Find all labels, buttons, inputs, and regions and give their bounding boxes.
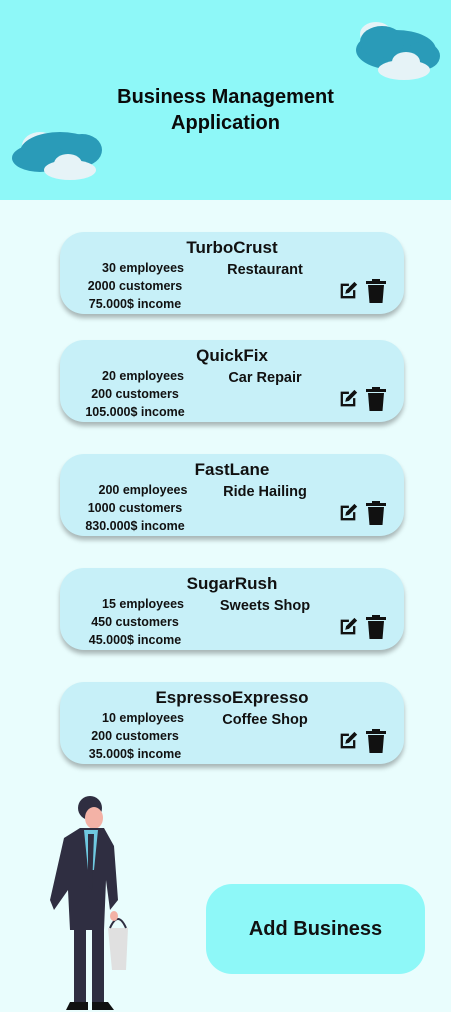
business-customers: 450 customers xyxy=(91,615,179,629)
business-employees: 200 employees xyxy=(98,483,188,497)
business-name: SugarRush xyxy=(186,574,278,593)
trash-icon[interactable] xyxy=(366,729,386,753)
business-employees: 20 employees xyxy=(102,369,184,383)
edit-icon[interactable] xyxy=(337,730,359,752)
business-type: Car Repair xyxy=(228,370,302,386)
trash-icon[interactable] xyxy=(366,615,386,639)
business-card: FastLane 200 employees 1000 customers 83… xyxy=(60,454,404,536)
page-title-line2: Application xyxy=(171,112,280,134)
trash-icon[interactable] xyxy=(366,279,386,303)
cloud-illustration xyxy=(356,22,440,80)
business-type: Ride Hailing xyxy=(223,484,307,500)
business-name: TurboCrust xyxy=(186,238,278,257)
business-income: 45.000$ income xyxy=(88,633,182,647)
edit-icon[interactable] xyxy=(337,616,359,638)
page-title-line1: Business Management xyxy=(117,86,334,108)
add-business-button[interactable]: Add Business xyxy=(206,884,425,974)
business-card: EspressoExpresso 10 employees 200 custom… xyxy=(60,682,404,764)
trash-icon[interactable] xyxy=(366,387,386,411)
page-title: Business Management Application xyxy=(0,84,451,136)
edit-icon[interactable] xyxy=(337,502,359,524)
business-income: 105.000$ income xyxy=(85,405,185,419)
business-employees: 15 employees xyxy=(102,597,184,611)
businessman-illustration xyxy=(50,796,128,1010)
business-customers: 200 customers xyxy=(91,387,179,401)
business-customers: 200 customers xyxy=(91,729,179,743)
business-card: TurboCrust 30 employees 2000 customers 7… xyxy=(60,232,404,314)
business-type: Sweets Shop xyxy=(219,598,311,614)
business-card: SugarRush 15 employees 450 customers 45.… xyxy=(60,568,404,650)
business-name: FastLane xyxy=(194,460,270,479)
business-income: 830.000$ income xyxy=(85,519,185,533)
business-type: Coffee Shop xyxy=(222,712,308,728)
business-type: Restaurant xyxy=(227,262,303,278)
edit-icon[interactable] xyxy=(337,280,359,302)
business-name: QuickFix xyxy=(196,346,268,365)
business-card: QuickFix 20 employees 200 customers 105.… xyxy=(60,340,404,422)
header: Business Management Application xyxy=(0,0,451,200)
business-employees: 10 employees xyxy=(102,711,184,725)
trash-icon[interactable] xyxy=(366,501,386,525)
business-income: 35.000$ income xyxy=(88,747,182,761)
business-employees: 30 employees xyxy=(102,261,184,275)
edit-icon[interactable] xyxy=(337,388,359,410)
business-customers: 1000 customers xyxy=(87,501,183,515)
business-name: EspressoExpresso xyxy=(155,688,309,707)
business-income: 75.000$ income xyxy=(88,297,182,311)
business-customers: 2000 customers xyxy=(87,279,183,293)
